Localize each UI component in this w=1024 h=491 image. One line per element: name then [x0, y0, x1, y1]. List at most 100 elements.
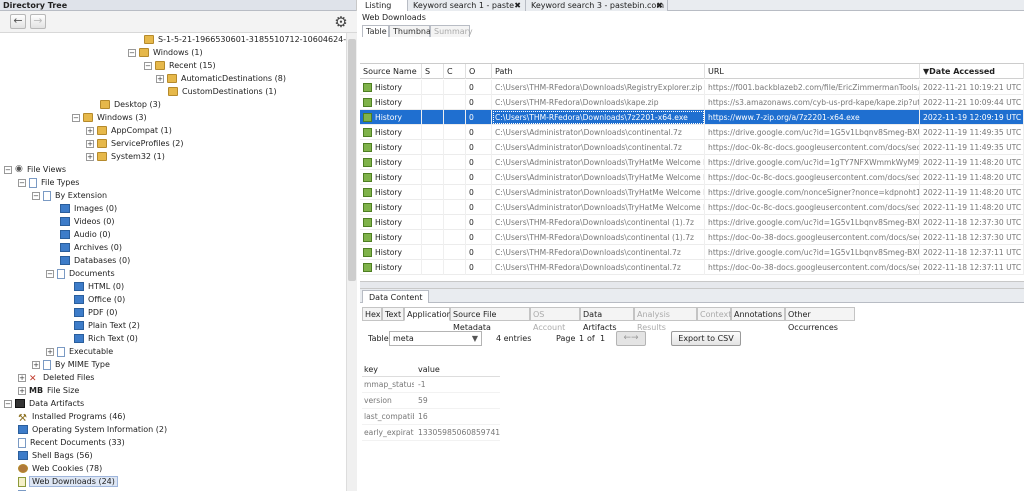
split-divider[interactable]	[360, 281, 1024, 289]
tree-node[interactable]: + ServiceProfiles (2)	[86, 137, 184, 150]
tab-data-artifacts[interactable]: Data Artifacts	[580, 307, 634, 332]
col-url[interactable]: URL	[705, 64, 920, 79]
tab-listing[interactable]: Listing	[360, 0, 408, 11]
tree-node[interactable]: − ◉ File Views	[4, 163, 67, 176]
col-c[interactable]: C	[444, 64, 466, 79]
table-select[interactable]: meta ▼	[389, 331, 482, 346]
tree-node[interactable]: + AppCompat (1)	[86, 124, 173, 137]
meta-row[interactable]: early_expiration_threshold 13305985060859…	[362, 425, 500, 441]
close-icon[interactable]: ✖	[514, 0, 521, 11]
table-row[interactable]: History 0 C:\Users\THM-RFedora\Downloads\c…	[360, 260, 1024, 275]
tree-node[interactable]: − Windows (1)	[128, 46, 204, 59]
table-row[interactable]: History 0 C:\Users\Administrator\Downloads…	[360, 125, 1024, 140]
tab-data-content[interactable]: Data Content	[362, 290, 430, 303]
tree-node[interactable]: HTML (0)	[74, 280, 125, 293]
table-row[interactable]: History 0 C:\Users\Administrator\Downloads…	[360, 185, 1024, 200]
tree-node[interactable]: Web Downloads (24)	[18, 475, 118, 488]
table-row[interactable]: History 0 C:\Users\THM-RFedora\Downloads\c…	[360, 230, 1024, 245]
tree-node[interactable]: − Data Artifacts	[4, 397, 85, 410]
expand-icon[interactable]: +	[156, 74, 164, 83]
tab-thumbnail[interactable]: Thumbnail	[389, 25, 435, 37]
table-row[interactable]: History 0 C:\Users\THM-RFedora\Downloads\c…	[360, 245, 1024, 260]
tree-node[interactable]: Desktop (3)	[100, 98, 162, 111]
table-row[interactable]: History 0 C:\Users\Administrator\Downloads…	[360, 170, 1024, 185]
tab-hex[interactable]: Hex	[362, 307, 382, 321]
tab-summary[interactable]: Summary	[430, 25, 473, 37]
forward-arrow-icon[interactable]: →	[30, 14, 46, 29]
table-row[interactable]: History 0 C:\Users\THM-RFedora\Downloads\k…	[360, 95, 1024, 110]
page-nav-arrows-icon[interactable]: ←→	[616, 331, 646, 346]
meta-row[interactable]: mmap_status -1	[362, 377, 500, 393]
tree-node[interactable]: Rich Text (0)	[74, 332, 139, 345]
tab-keyword-search-3[interactable]: Keyword search 3 - pastebin.com ✖	[526, 0, 668, 11]
table-row[interactable]: History 0 C:\Users\Administrator\Downloads…	[360, 140, 1024, 155]
expand-icon[interactable]: +	[18, 386, 26, 395]
tree-node[interactable]: PDF (0)	[74, 306, 118, 319]
tree-node[interactable]: S-1-5-21-1966530601-3185510712-10604624-…	[144, 33, 346, 46]
table-row[interactable]: History 0 C:\Users\THM-RFedora\Downloads\R…	[360, 80, 1024, 95]
table-row[interactable]: History 0 C:\Users\Administrator\Downloads…	[360, 200, 1024, 215]
tab-application[interactable]: Application	[404, 307, 452, 321]
gear-icon[interactable]: ⚙	[333, 14, 349, 30]
tree-scrollbar-thumb[interactable]	[348, 39, 356, 281]
tree-node[interactable]: CustomDestinations (1)	[168, 85, 278, 98]
tree-node[interactable]: Office (0)	[74, 293, 126, 306]
table-row[interactable]: History 0 C:\Users\THM-RFedora\Downloads\7…	[360, 110, 1024, 125]
tree-node[interactable]: Databases (0)	[60, 254, 131, 267]
tree-node[interactable]: − By Extension	[32, 189, 108, 202]
tree-node[interactable]: − Documents	[46, 267, 116, 280]
meta-row[interactable]: last_compatible_version 16	[362, 409, 500, 425]
tree-node[interactable]: Shell Bags (56)	[18, 449, 94, 462]
expand-icon[interactable]: +	[18, 373, 26, 382]
tab-text[interactable]: Text	[382, 307, 404, 321]
tree-node[interactable]: Plain Text (2)	[74, 319, 141, 332]
collapse-icon[interactable]: −	[72, 113, 80, 122]
close-icon[interactable]: ✖	[656, 0, 663, 11]
col-path[interactable]: Path	[492, 64, 705, 79]
expand-icon[interactable]: +	[86, 139, 94, 148]
back-arrow-icon[interactable]: ←	[10, 14, 26, 29]
tree-scrollbar[interactable]	[346, 33, 357, 491]
tree-node[interactable]: − Recent (15)	[144, 59, 217, 72]
tab-analysis-results[interactable]: Analysis Results	[634, 307, 697, 332]
tab-annotations[interactable]: Annotations	[731, 307, 785, 321]
tree-node[interactable]: + Executable	[46, 345, 114, 358]
expand-icon[interactable]: +	[32, 360, 40, 369]
col-date-accessed[interactable]: ▼Date Accessed	[920, 64, 1024, 79]
tree-node[interactable]: + System32 (1)	[86, 150, 166, 163]
tree-node[interactable]: + AutomaticDestinations (8)	[156, 72, 287, 85]
tree-node[interactable]: Archives (0)	[60, 241, 123, 254]
tree-node[interactable]: Videos (0)	[60, 215, 115, 228]
collapse-icon[interactable]: −	[128, 48, 136, 57]
tab-context[interactable]: Context	[697, 307, 731, 321]
collapse-icon[interactable]: −	[4, 165, 12, 174]
tab-source-file-metadata[interactable]: Source File Metadata	[450, 307, 530, 332]
meta-row[interactable]: version 59	[362, 393, 500, 409]
tree-node[interactable]: ⚒ Installed Programs (46)	[18, 410, 127, 424]
collapse-icon[interactable]: −	[4, 399, 12, 408]
tab-os-account[interactable]: OS Account	[530, 307, 580, 332]
tree-node[interactable]: Images (0)	[60, 202, 118, 215]
collapse-icon[interactable]: −	[46, 269, 54, 278]
tree-node[interactable]: Audio (0)	[60, 228, 112, 241]
collapse-icon[interactable]: −	[32, 191, 40, 200]
col-s[interactable]: S	[422, 64, 444, 79]
tree-node[interactable]: − File Types	[18, 176, 80, 189]
export-csv-button[interactable]: Export to CSV	[671, 331, 741, 346]
tree-node[interactable]: Web Cookies (78)	[18, 462, 103, 475]
expand-icon[interactable]: +	[86, 126, 94, 135]
col-source-name[interactable]: Source Name	[360, 64, 422, 79]
col-o[interactable]: O	[466, 64, 492, 79]
tree-node[interactable]: − Windows (3)	[72, 111, 148, 124]
collapse-icon[interactable]: −	[144, 61, 152, 70]
tree-node[interactable]: + ✕ Deleted Files	[18, 371, 95, 384]
expand-icon[interactable]: +	[46, 347, 54, 356]
collapse-icon[interactable]: −	[18, 178, 26, 187]
expand-icon[interactable]: +	[86, 152, 94, 161]
tree-node[interactable]: Operating System Information (2)	[18, 423, 168, 436]
table-row[interactable]: History 0 C:\Users\THM-RFedora\Downloads\c…	[360, 215, 1024, 230]
tab-keyword-search-1[interactable]: Keyword search 1 - paste ✖	[408, 0, 526, 11]
tree-node[interactable]: + MB File Size	[18, 384, 80, 397]
table-row[interactable]: History 0 C:\Users\Administrator\Downloads…	[360, 155, 1024, 170]
tab-table[interactable]: Table	[362, 25, 389, 37]
